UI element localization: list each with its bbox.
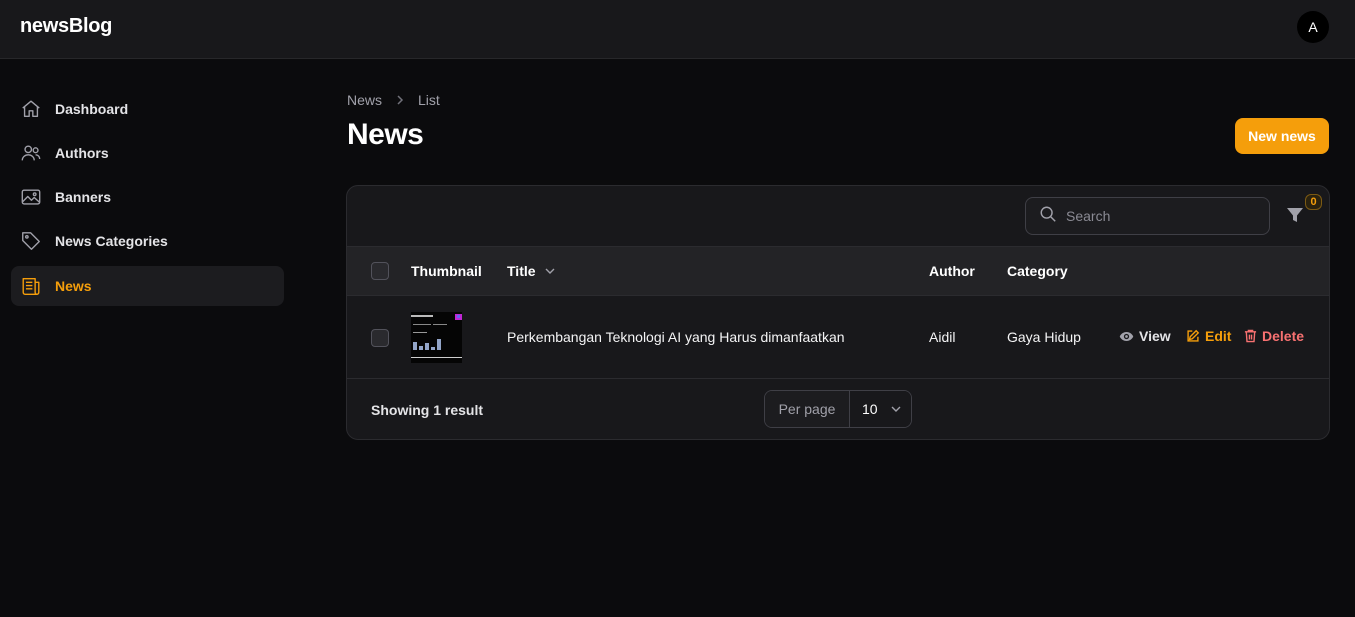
table-header: Thumbnail Title Author Category [347, 246, 1329, 296]
newspaper-icon [20, 275, 42, 297]
users-icon [20, 142, 42, 164]
home-icon [20, 98, 42, 120]
column-header-thumbnail: Thumbnail [411, 263, 482, 279]
row-checkbox[interactable] [371, 329, 389, 347]
sidebar-item-banners[interactable]: Banners [11, 177, 284, 217]
tag-icon [20, 230, 42, 252]
per-page-dropdown[interactable]: 10 [850, 391, 911, 427]
sidebar-item-news[interactable]: News [11, 266, 284, 306]
result-count: Showing 1 result [371, 402, 484, 418]
delete-action-label: Delete [1262, 328, 1305, 344]
chevron-right-icon [394, 94, 406, 106]
user-avatar[interactable]: A [1297, 11, 1329, 43]
news-author-cell: Aidil [929, 329, 956, 345]
sidebar-item-label: News Categories [55, 233, 168, 249]
trash-icon [1244, 329, 1257, 343]
search-box[interactable] [1025, 197, 1270, 235]
view-action[interactable]: View [1119, 328, 1171, 344]
delete-action[interactable]: Delete [1244, 328, 1304, 344]
image-icon [20, 186, 42, 208]
search-input[interactable] [1066, 208, 1246, 224]
sidebar-item-label: Dashboard [55, 101, 129, 117]
column-header-category: Category [1007, 263, 1068, 279]
filter-icon[interactable] [1285, 205, 1307, 227]
column-header-title-label: Title [507, 263, 536, 279]
per-page-label: Per page [765, 391, 850, 427]
sidebar-item-authors[interactable]: Authors [11, 133, 284, 173]
view-action-label: View [1139, 328, 1171, 344]
news-category-cell: Gaya Hidup [1007, 329, 1081, 345]
sidebar: Dashboard Authors Banners News Categorie… [0, 59, 300, 617]
edit-icon [1187, 329, 1200, 342]
news-thumbnail[interactable] [411, 312, 462, 363]
sidebar-item-label: News [55, 278, 92, 294]
search-icon [1039, 205, 1057, 228]
sidebar-item-dashboard[interactable]: Dashboard [11, 89, 284, 129]
breadcrumb: News List [347, 92, 440, 108]
column-header-author: Author [929, 263, 975, 279]
sidebar-item-label: Banners [55, 189, 112, 205]
select-all-checkbox[interactable] [371, 262, 389, 280]
edit-action[interactable]: Edit [1186, 328, 1231, 344]
per-page-value: 10 [862, 401, 878, 417]
brand-logo[interactable]: newsBlog [20, 15, 112, 38]
edit-action-label: Edit [1205, 328, 1232, 344]
new-news-button[interactable]: New news [1235, 118, 1329, 154]
news-title-cell[interactable]: Perkembangan Teknologi AI yang Harus dim… [507, 329, 845, 345]
sidebar-item-label: Authors [55, 145, 109, 161]
breadcrumb-parent[interactable]: News [347, 92, 382, 108]
breadcrumb-current: List [418, 92, 440, 108]
column-header-title[interactable]: Title [507, 263, 556, 279]
per-page-select[interactable]: Per page 10 [764, 390, 912, 428]
chevron-down-icon [544, 265, 556, 277]
news-table-card: 0 Thumbnail Title Author Category [346, 185, 1330, 440]
page-title: News [347, 118, 424, 151]
sidebar-item-news-categories[interactable]: News Categories [11, 221, 284, 261]
eye-icon [1119, 331, 1134, 341]
top-bar: newsBlog A [0, 0, 1355, 59]
chevron-down-icon [891, 406, 901, 412]
filter-count-badge: 0 [1305, 194, 1322, 210]
table-row: Perkembangan Teknologi AI yang Harus dim… [347, 296, 1329, 379]
